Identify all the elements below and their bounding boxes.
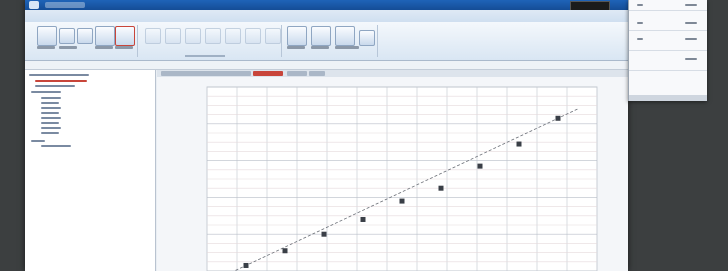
ribbon-button-3[interactable] <box>77 28 93 44</box>
data-point-5 <box>399 198 405 204</box>
plot-tab[interactable] <box>161 71 251 76</box>
ribbon-button-16[interactable] <box>359 30 375 46</box>
ribbon-label-5 <box>287 46 305 49</box>
ribbon-button-2[interactable] <box>59 28 75 44</box>
ribbon-button-11[interactable] <box>245 28 261 44</box>
window-titlebar <box>25 0 628 11</box>
tree-item[interactable] <box>41 102 59 104</box>
tree-item[interactable] <box>41 122 59 124</box>
ribbon-button-12[interactable] <box>265 28 281 44</box>
tree-item-selected[interactable] <box>35 80 87 82</box>
plot-tab[interactable] <box>309 71 325 76</box>
ribbon-label-1 <box>37 46 55 49</box>
ribbon-toolbar <box>25 22 628 61</box>
ribbon-button-13[interactable] <box>287 26 307 46</box>
data-point-8 <box>516 141 522 147</box>
ribbon-button-8[interactable] <box>185 28 201 44</box>
document-tab-strip[interactable] <box>25 61 628 70</box>
tree-item[interactable] <box>35 85 75 87</box>
tree-group[interactable] <box>31 140 45 142</box>
ribbon-group-separator <box>137 25 138 57</box>
application-menu-button[interactable] <box>29 1 39 9</box>
plot-tab-active[interactable] <box>253 71 283 76</box>
plot-tab-bar <box>157 70 628 77</box>
ribbon-button-1[interactable] <box>37 26 57 46</box>
ribbon-button-7[interactable] <box>165 28 181 44</box>
application-window <box>25 0 628 271</box>
panel-cell <box>685 58 697 60</box>
tree-header <box>29 74 89 76</box>
data-point-1 <box>243 262 249 268</box>
ribbon-button-4[interactable] <box>95 26 115 46</box>
ribbon-button-14[interactable] <box>311 26 331 46</box>
panel-cell <box>685 22 697 24</box>
ribbon-group-caption <box>185 55 225 57</box>
panel-scrollbar[interactable] <box>629 95 707 101</box>
ribbon-label-3 <box>95 46 113 49</box>
ribbon-button-9[interactable] <box>205 28 221 44</box>
panel-cell <box>685 4 697 6</box>
tree-item[interactable] <box>41 97 61 99</box>
plot-panel <box>157 70 628 271</box>
scatter-plot[interactable] <box>157 77 628 271</box>
ribbon-label-7 <box>335 46 359 49</box>
ribbon-button-6[interactable] <box>145 28 161 44</box>
tree-item[interactable] <box>41 127 61 129</box>
tree-item[interactable] <box>41 132 59 134</box>
data-point-7 <box>477 163 483 169</box>
panel-cell <box>637 4 643 6</box>
ribbon-group-separator <box>377 25 378 57</box>
ribbon-tab-bar[interactable] <box>25 10 628 22</box>
ribbon-button-5[interactable] <box>115 26 135 46</box>
data-point-6 <box>438 185 444 191</box>
tree-item[interactable] <box>41 117 61 119</box>
quick-access-toolbar[interactable] <box>45 2 85 8</box>
panel-cell <box>685 38 697 40</box>
data-point-9 <box>555 115 561 121</box>
plot-tab[interactable] <box>287 71 307 76</box>
ribbon-label-2 <box>59 46 77 49</box>
ribbon-label-6 <box>311 46 329 49</box>
panel-row-divider <box>629 50 707 51</box>
panel-cell <box>637 22 643 24</box>
panel-cell <box>637 38 643 40</box>
tree-item[interactable] <box>41 107 61 109</box>
project-tree-panel <box>25 70 156 271</box>
panel-row-divider <box>629 70 707 71</box>
data-point-3 <box>321 231 327 237</box>
panel-row-divider <box>629 30 707 31</box>
ribbon-label-4 <box>115 46 133 49</box>
ribbon-button-10[interactable] <box>225 28 241 44</box>
ribbon-group-separator <box>281 25 282 57</box>
ribbon-button-15[interactable] <box>335 26 355 46</box>
data-point-2 <box>282 248 288 254</box>
tree-group[interactable] <box>31 91 61 93</box>
panel-row-divider <box>629 10 707 11</box>
tree-item[interactable] <box>41 145 71 147</box>
grid-lines <box>206 86 598 271</box>
floating-properties-panel <box>628 0 707 101</box>
data-point-4 <box>360 216 366 222</box>
tree-item[interactable] <box>41 112 59 114</box>
